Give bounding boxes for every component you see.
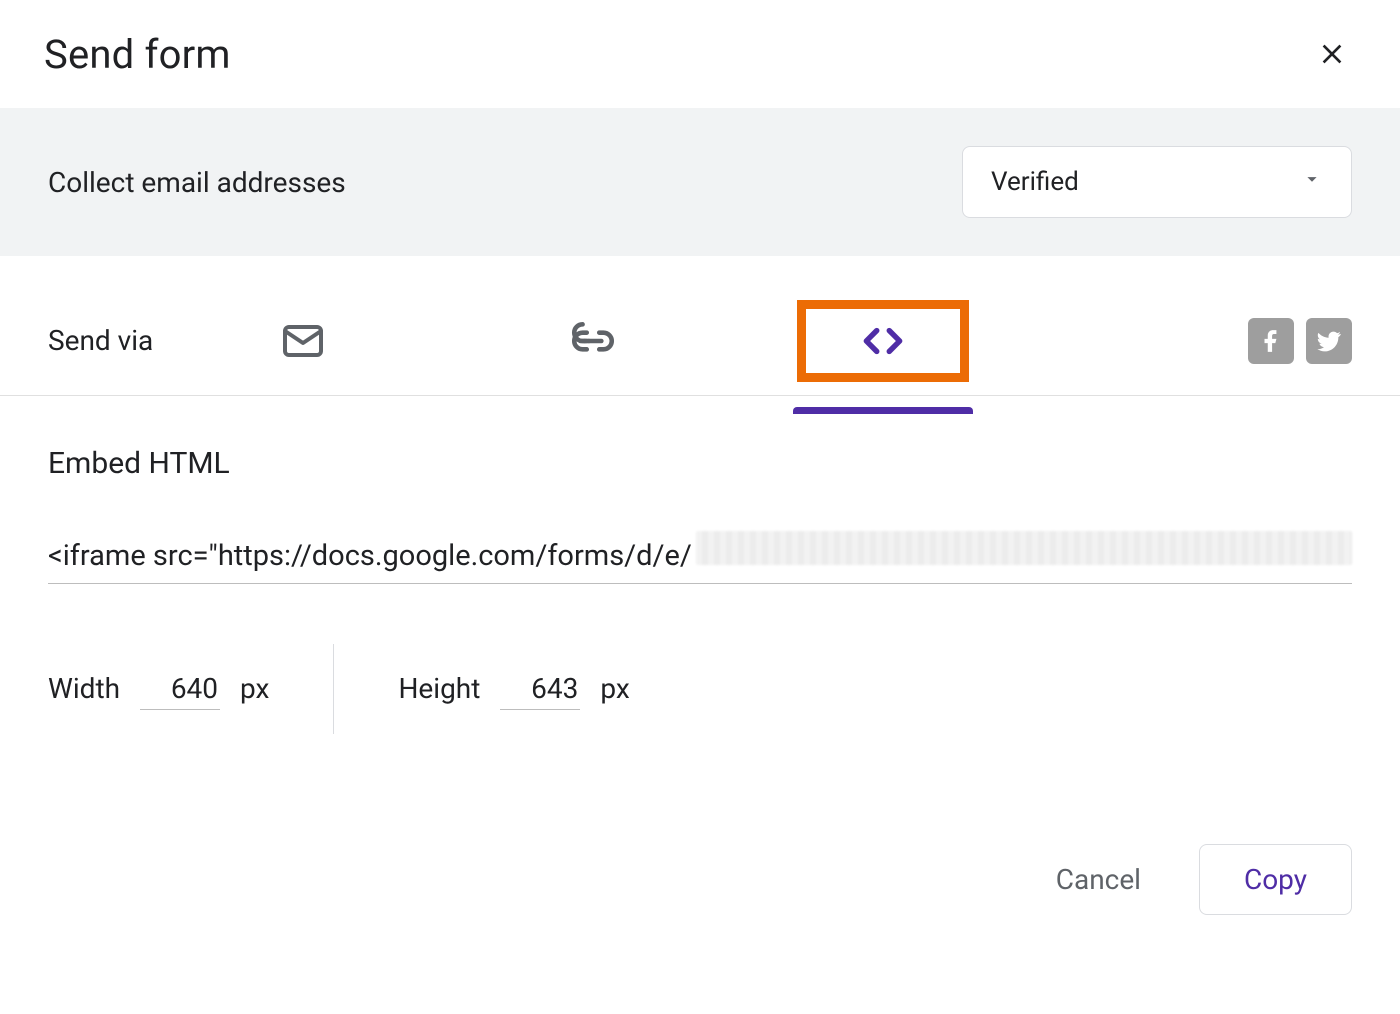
tab-email[interactable] <box>223 306 383 376</box>
dialog-footer: Cancel Copy <box>0 734 1400 955</box>
send-via-tabs <box>223 306 963 376</box>
embed-code-visible: <iframe src="https://docs.google.com/for… <box>48 539 692 573</box>
collect-email-bar: Collect email addresses Verified <box>0 108 1400 256</box>
tab-embed[interactable] <box>803 306 963 376</box>
twitter-icon <box>1315 327 1343 355</box>
copy-button[interactable]: Copy <box>1199 844 1352 915</box>
code-icon <box>858 316 908 366</box>
tab-link[interactable] <box>513 306 673 376</box>
collect-email-label: Collect email addresses <box>48 166 346 199</box>
height-label: Height <box>398 672 480 705</box>
facebook-button[interactable] <box>1248 318 1294 364</box>
height-unit: px <box>600 672 629 705</box>
caret-down-icon <box>1301 167 1323 197</box>
link-icon <box>568 316 618 366</box>
facebook-icon <box>1258 328 1284 354</box>
cancel-button[interactable]: Cancel <box>1032 847 1165 912</box>
dialog-title: Send form <box>44 31 231 78</box>
twitter-button[interactable] <box>1306 318 1352 364</box>
send-form-dialog: Send form Collect email addresses Verifi… <box>0 0 1400 955</box>
width-label: Width <box>48 672 120 705</box>
embed-code-field[interactable]: <iframe src="https://docs.google.com/for… <box>48 531 1352 584</box>
width-group: Width px <box>48 668 269 710</box>
embed-section: Embed HTML <iframe src="https://docs.goo… <box>0 396 1400 584</box>
dimensions-row: Width px Height px <box>0 584 1400 734</box>
embed-heading: Embed HTML <box>48 446 1352 481</box>
dialog-header: Send form <box>0 0 1400 108</box>
collect-email-select[interactable]: Verified <box>962 146 1352 218</box>
vertical-separator <box>333 644 334 734</box>
height-input[interactable] <box>500 668 580 710</box>
social-share-group <box>1248 318 1352 364</box>
width-unit: px <box>240 672 269 705</box>
close-button[interactable] <box>1308 30 1356 78</box>
embed-code-redacted <box>696 531 1352 565</box>
close-icon <box>1316 38 1348 70</box>
email-icon <box>279 317 327 365</box>
send-via-label: Send via <box>48 324 153 357</box>
height-group: Height px <box>398 668 629 710</box>
width-input[interactable] <box>140 668 220 710</box>
collect-email-selected-value: Verified <box>991 167 1079 197</box>
send-via-bar: Send via <box>0 256 1400 396</box>
